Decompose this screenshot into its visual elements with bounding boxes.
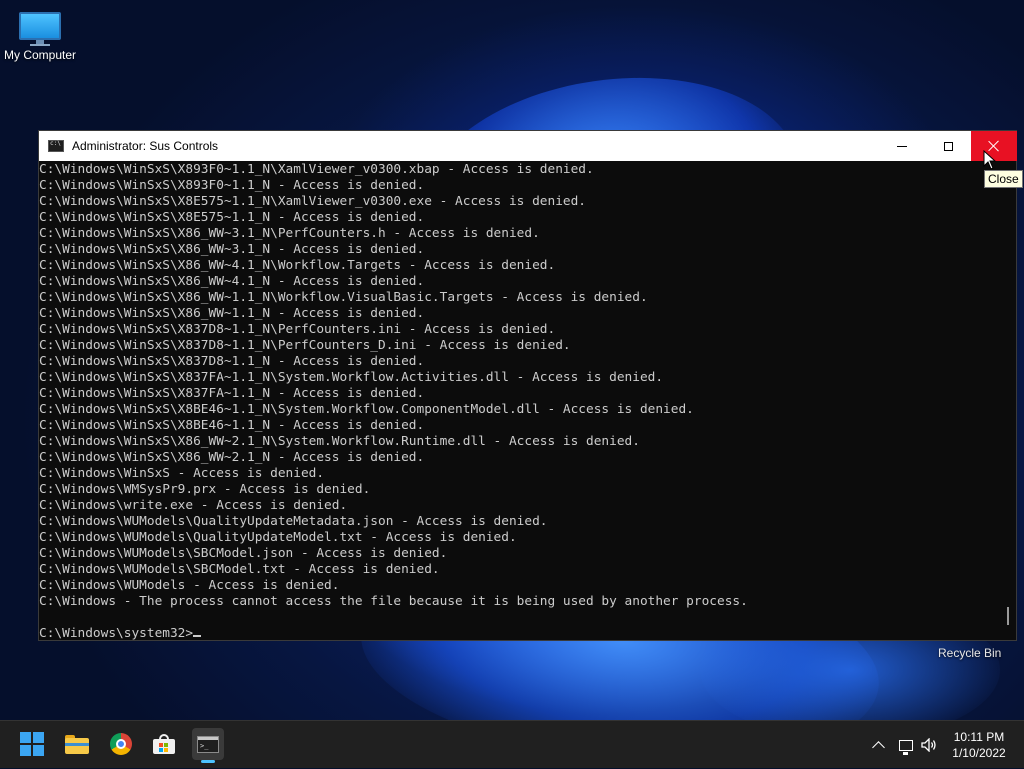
console-line: C:\Windows\WinSxS\X86_WW~2.1_N\System.Wo…: [39, 434, 640, 449]
close-tooltip: Close: [984, 170, 1023, 188]
maximize-icon: [943, 141, 953, 151]
console-prompt-line[interactable]: C:\Windows\system32>: [39, 626, 999, 641]
console-line: C:\Windows\WinSxS\X86_WW~4.1_N\Workflow.…: [39, 258, 556, 273]
desktop-icon-label: My Computer: [3, 48, 77, 62]
start-button[interactable]: [16, 728, 48, 760]
volume-button[interactable]: [919, 721, 939, 769]
desktop-icon-my-computer[interactable]: My Computer: [0, 8, 80, 62]
network-button[interactable]: [896, 721, 916, 769]
console-line: C:\Windows\WMSysPr9.prx - Access is deni…: [39, 482, 371, 497]
console-prompt: C:\Windows\system32>: [39, 626, 194, 641]
taskbar-clock[interactable]: 10:11 PM 1/10/2022: [944, 729, 1014, 761]
microsoft-store-icon: [153, 734, 175, 754]
taskbar-command-prompt[interactable]: >_: [192, 728, 224, 760]
taskbar-file-explorer[interactable]: [61, 728, 93, 760]
console-line: C:\Windows\WUModels\SBCModel.json - Acce…: [39, 546, 448, 561]
console-line: C:\Windows\WinSxS\X86_WW~1.1_N\Workflow.…: [39, 290, 648, 305]
command-prompt-icon: >_: [197, 735, 219, 753]
console-line: C:\Windows\WUModels\QualityUpdateModel.t…: [39, 530, 517, 545]
console-line: C:\Windows\WinSxS\X86_WW~2.1_N - Access …: [39, 450, 425, 465]
scrollbar-thumb[interactable]: [1007, 607, 1009, 625]
console-line: C:\Windows\WinSxS\X837D8~1.1_N\PerfCount…: [39, 322, 556, 337]
console-line: C:\Windows\WUModels\QualityUpdateMetadat…: [39, 514, 548, 529]
console-line: C:\Windows\WinSxS - Access is denied.: [39, 466, 325, 481]
console-line: C:\Windows\WinSxS\X86_WW~3.1_N\PerfCount…: [39, 226, 540, 241]
console-line: C:\Windows\WinSxS\X837FA~1.1_N\System.Wo…: [39, 370, 664, 385]
console-line: C:\Windows\write.exe - Access is denied.: [39, 498, 348, 513]
console-line: C:\Windows\WinSxS\X837FA~1.1_N - Access …: [39, 386, 425, 401]
console-line: C:\Windows\WUModels - Access is denied.: [39, 578, 340, 593]
show-hidden-icons-button[interactable]: [868, 721, 888, 769]
volume-icon: [921, 738, 936, 752]
console-line: C:\Windows\WinSxS\X893F0~1.1_N - Access …: [39, 178, 425, 193]
window-title: Administrator: Sus Controls: [72, 139, 219, 153]
console-line: C:\Windows\WinSxS\X86_WW~3.1_N - Access …: [39, 242, 425, 257]
active-app-indicator: [201, 760, 215, 763]
network-icon: [899, 739, 913, 755]
console-line: C:\Windows\WUModels\SBCModel.txt - Acces…: [39, 562, 440, 577]
file-explorer-icon: [65, 734, 89, 754]
console-scrollbar[interactable]: [999, 161, 1016, 640]
chrome-icon: [110, 733, 132, 755]
monitor-icon: [19, 12, 61, 46]
console-line: C:\Windows\WinSxS\X86_WW~4.1_N - Access …: [39, 274, 425, 289]
window-titlebar[interactable]: Administrator: Sus Controls: [39, 131, 1017, 161]
taskbar-microsoft-store[interactable]: [148, 728, 180, 760]
minimize-button[interactable]: [879, 131, 925, 161]
taskbar-chrome[interactable]: [105, 728, 137, 760]
text-cursor: [193, 635, 202, 637]
command-prompt-icon: [48, 140, 64, 152]
windows-start-icon: [20, 732, 44, 756]
console-line: C:\Windows\WinSxS\X893F0~1.1_N\XamlViewe…: [39, 162, 594, 177]
console-line: C:\Windows\WinSxS\X837D8~1.1_N - Access …: [39, 354, 425, 369]
console-line: C:\Windows\WinSxS\X8BE46~1.1_N\System.Wo…: [39, 402, 694, 417]
minimize-icon: [897, 145, 907, 147]
console-line: C:\Windows\WinSxS\X837D8~1.1_N\PerfCount…: [39, 338, 571, 353]
console-line: C:\Windows\WinSxS\X8BE46~1.1_N - Access …: [39, 418, 425, 433]
console-line: C:\Windows\WinSxS\X8E575~1.1_N - Access …: [39, 210, 425, 225]
chevron-up-icon: [871, 741, 885, 754]
desktop-icon-recycle-bin[interactable]: Recycle Bin: [938, 646, 1001, 660]
taskbar: >_ 10:11 PM 1/10/2022: [0, 720, 1024, 768]
clock-date: 1/10/2022: [952, 746, 1006, 760]
clock-time: 10:11 PM: [953, 730, 1005, 744]
console-line: C:\Windows - The process cannot access t…: [39, 594, 748, 609]
console-window[interactable]: Administrator: Sus Controls C:\Windows\W…: [38, 130, 1017, 641]
maximize-button[interactable]: [925, 131, 971, 161]
console-line: C:\Windows\WinSxS\X86_WW~1.1_N - Access …: [39, 306, 425, 321]
console-line: C:\Windows\WinSxS\X8E575~1.1_N\XamlViewe…: [39, 194, 587, 209]
console-output[interactable]: C:\Windows\WinSxS\X893F0~1.1_N\XamlViewe…: [39, 161, 999, 641]
